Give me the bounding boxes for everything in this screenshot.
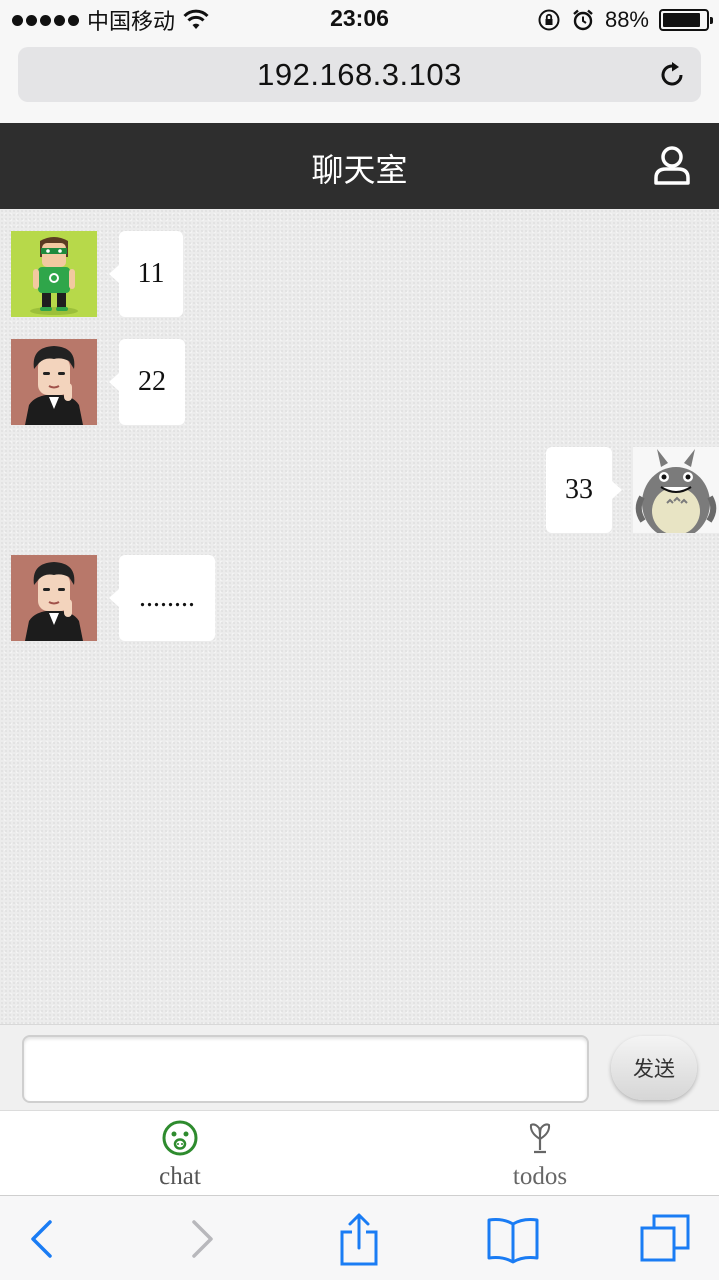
message-bubble: 22 <box>109 339 185 425</box>
send-button[interactable]: 发送 <box>611 1036 697 1100</box>
man-avatar[interactable] <box>11 555 97 641</box>
message-text: 33 <box>565 474 593 505</box>
chat-message: 11 <box>0 231 719 317</box>
status-bar: 中国移动 23:06 88% <box>0 0 719 40</box>
message-input[interactable] <box>22 1035 589 1103</box>
alarm-icon <box>573 9 593 31</box>
message-composer: 发送 <box>0 1024 719 1110</box>
orientation-lock-icon <box>538 9 560 31</box>
message-bubble: 11 <box>109 231 183 317</box>
battery-icon <box>659 9 713 31</box>
share-icon[interactable] <box>332 1212 386 1266</box>
message-bubble: 33 <box>546 447 622 533</box>
tab-chat[interactable]: chat <box>80 1111 280 1196</box>
todos-cup-icon <box>529 1123 551 1154</box>
address-bar[interactable]: 192.168.3.103 <box>18 47 701 102</box>
bookmarks-icon[interactable] <box>486 1212 540 1266</box>
status-right: 88% <box>537 6 713 34</box>
message-text: ........ <box>139 582 195 613</box>
tab-todos-label: todos <box>512 1163 568 1190</box>
chat-message-list[interactable]: 11 22 33 ........ <box>0 209 719 1024</box>
tab-todos[interactable]: todos <box>440 1111 640 1196</box>
green-hero-avatar[interactable] <box>11 231 97 317</box>
page-title: 聊天室 <box>311 151 408 189</box>
man-avatar[interactable] <box>11 339 97 425</box>
chat-face-icon <box>162 1120 198 1156</box>
tab-bar: chat todos <box>0 1110 719 1195</box>
browser-toolbar <box>0 1195 719 1280</box>
reload-icon[interactable] <box>657 60 687 90</box>
browser-address-area: 192.168.3.103 <box>0 40 719 123</box>
message-text: 11 <box>137 258 165 289</box>
chat-message: 22 <box>0 339 719 425</box>
tabs-icon[interactable] <box>638 1212 692 1266</box>
chat-message: ........ <box>0 555 719 641</box>
message-text: 22 <box>138 366 166 397</box>
totoro-avatar[interactable] <box>633 447 719 533</box>
chat-message: 33 <box>0 447 719 533</box>
url-text[interactable]: 192.168.3.103 <box>18 57 701 93</box>
app-header: 聊天室 <box>0 123 719 209</box>
message-bubble: ........ <box>109 555 215 641</box>
user-profile-icon[interactable] <box>651 145 693 187</box>
forward-icon[interactable] <box>176 1212 230 1266</box>
back-icon[interactable] <box>14 1212 68 1266</box>
battery-percent: 88% <box>604 7 649 32</box>
tab-chat-label: chat <box>159 1163 201 1190</box>
